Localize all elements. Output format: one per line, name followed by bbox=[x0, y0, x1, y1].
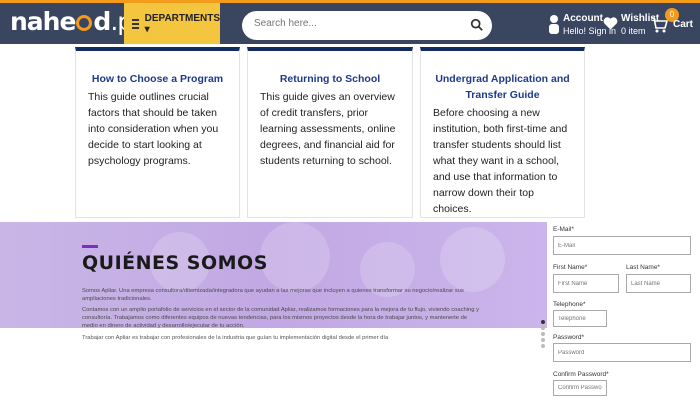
guide-card-title[interactable]: How to Choose a Program bbox=[76, 71, 239, 87]
title-accent-bar bbox=[82, 245, 98, 248]
search-input[interactable] bbox=[254, 18, 454, 29]
hamburger-icon bbox=[132, 17, 139, 31]
guide-card-body: This guide gives an overview of credit t… bbox=[260, 91, 396, 167]
guide-card[interactable]: How to Choose a Program This guide outli… bbox=[75, 47, 240, 218]
carousel-dot[interactable] bbox=[541, 338, 545, 342]
about-paragraph: Trabajar con Apliar es trabajar con prof… bbox=[82, 335, 389, 341]
telephone-field[interactable] bbox=[553, 310, 607, 327]
confirm-password-label: Confirm Password* bbox=[553, 371, 609, 378]
about-paragraph: Contamos con un amplio portafolio de ser… bbox=[82, 307, 479, 329]
last-name-label: Last Name* bbox=[626, 264, 660, 271]
about-title: QUIÉNES SOMOS bbox=[82, 252, 268, 274]
guide-card-body: Before choosing a new institution, both … bbox=[433, 107, 568, 215]
search-bar bbox=[242, 11, 492, 40]
departments-button[interactable]: DEPARTMENTS ▾ bbox=[124, 3, 220, 44]
search-icon[interactable] bbox=[470, 18, 484, 32]
about-paragraph: Somos Apliar. Una empresa consultora/dit… bbox=[82, 288, 464, 302]
first-name-field[interactable] bbox=[553, 274, 619, 293]
confirm-password-field[interactable] bbox=[553, 380, 607, 396]
carousel-dot[interactable] bbox=[541, 320, 545, 324]
logo-ring-icon bbox=[76, 15, 93, 31]
top-navbar: nahed.pk DEPARTMENTS ▾ AccountHello! Sig… bbox=[0, 0, 700, 44]
user-icon[interactable] bbox=[548, 14, 560, 34]
departments-label: DEPARTMENTS ▾ bbox=[144, 12, 220, 35]
heart-icon[interactable] bbox=[603, 16, 618, 30]
guide-card[interactable]: Undergrad Application and Transfer Guide… bbox=[420, 47, 585, 218]
password-field[interactable] bbox=[553, 343, 691, 362]
last-name-field[interactable] bbox=[626, 274, 691, 293]
carousel-dot[interactable] bbox=[541, 332, 545, 336]
carousel-dot[interactable] bbox=[541, 326, 545, 330]
guide-card-body: This guide outlines crucial factors that… bbox=[88, 91, 219, 167]
email-field[interactable] bbox=[553, 236, 691, 255]
carousel-dot[interactable] bbox=[541, 344, 545, 348]
carousel-dots[interactable] bbox=[541, 318, 547, 350]
signup-form: E-Mail* First Name* Last Name* Telephone… bbox=[553, 222, 700, 400]
email-label: E-Mail* bbox=[553, 226, 574, 233]
guide-card-title[interactable]: Undergrad Application and Transfer Guide bbox=[421, 71, 584, 103]
guide-card-title[interactable]: Returning to School bbox=[248, 71, 412, 87]
cart-link[interactable]: Cart bbox=[673, 19, 693, 31]
password-label: Password* bbox=[553, 334, 585, 341]
first-name-label: First Name* bbox=[553, 264, 588, 271]
telephone-label: Telephone* bbox=[553, 301, 586, 308]
guide-card[interactable]: Returning to School This guide gives an … bbox=[247, 47, 413, 218]
